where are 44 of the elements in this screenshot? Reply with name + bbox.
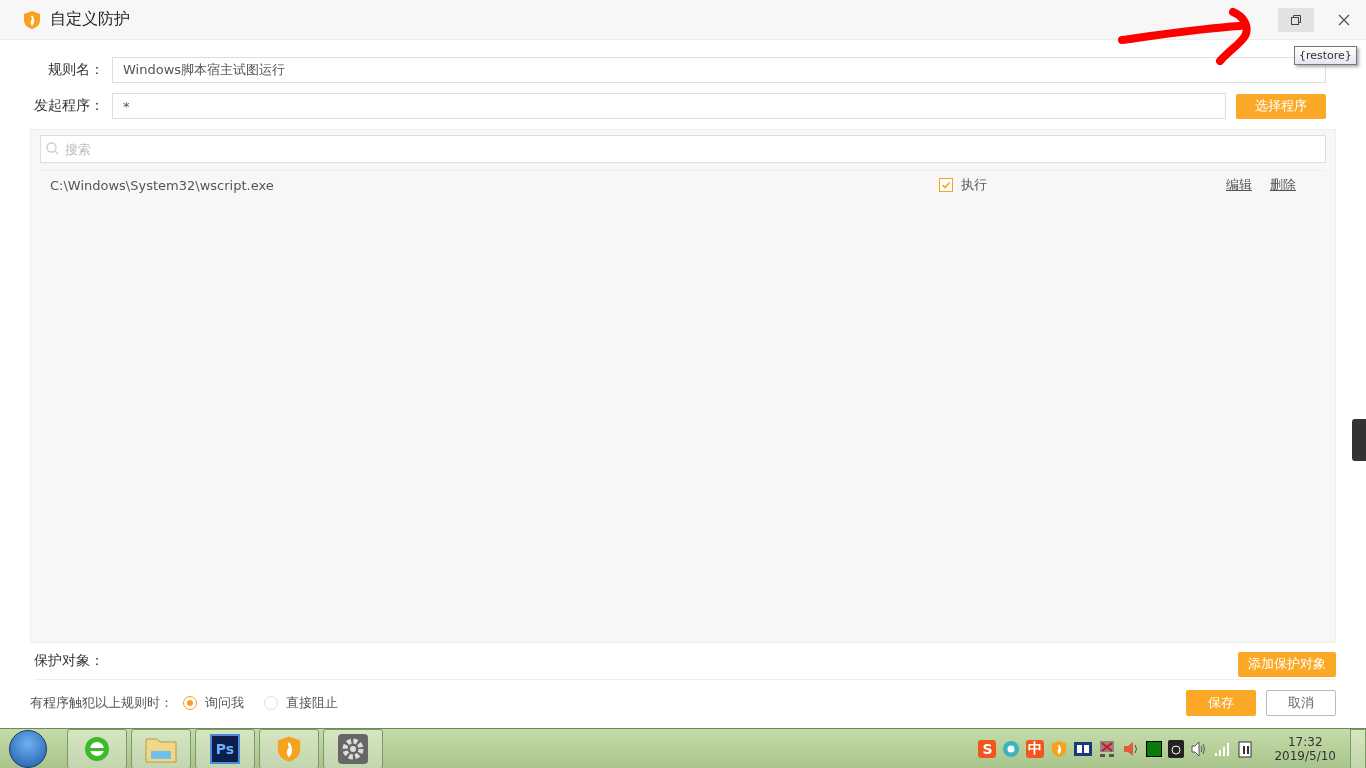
gear-icon	[338, 733, 368, 764]
shield-icon	[1050, 739, 1069, 758]
taskbar-app[interactable]	[259, 728, 319, 768]
initiator-field[interactable]: *	[112, 93, 1226, 119]
checkbox-label: 执行	[961, 176, 988, 194]
side-widget	[1352, 419, 1366, 461]
restore-button[interactable]	[1278, 7, 1314, 32]
photoshop-icon: Ps	[210, 733, 240, 764]
program-path: C:\Windows\System32\wscript.exe	[50, 177, 275, 193]
close-icon	[1338, 13, 1350, 26]
taskbar-app[interactable]: Ps	[195, 728, 255, 768]
clock-time: 17:32	[1287, 734, 1323, 749]
tooltip: {restore}	[1294, 46, 1357, 65]
taskbar-app[interactable]	[323, 728, 383, 768]
eye-icon[interactable]	[1002, 739, 1021, 758]
search-field[interactable]: 搜索	[40, 135, 1326, 163]
network-error-icon[interactable]	[1098, 739, 1117, 758]
taskbar-app[interactable]	[67, 728, 127, 768]
violation-label: 有程序触犯以上规则时：	[30, 694, 173, 712]
option-label: 询问我	[205, 694, 244, 712]
app-logo-icon	[22, 9, 42, 30]
square-icon[interactable]	[1146, 740, 1163, 757]
taskbar-app[interactable]	[131, 728, 191, 768]
field-label: 发起程序：	[33, 97, 104, 115]
option-label: 直接阻止	[286, 694, 338, 712]
shield-icon	[275, 734, 303, 763]
show-desktop-button[interactable]	[1350, 728, 1366, 768]
restore-icon	[1290, 13, 1302, 26]
window-title: 自定义防护	[50, 9, 131, 30]
radio-option[interactable]: 询问我	[183, 694, 244, 712]
radio-button[interactable]	[183, 696, 197, 710]
check-icon	[941, 180, 951, 190]
field-label: 规则名：	[47, 61, 104, 79]
execute-checkbox[interactable]	[939, 178, 953, 192]
protect-target-label: 保护对象：	[34, 652, 104, 670]
start-button[interactable]	[9, 729, 47, 768]
camera-icon[interactable]	[1168, 739, 1185, 758]
delete-link[interactable]: 删除	[1270, 176, 1296, 194]
cancel-button[interactable]: 取消	[1266, 690, 1336, 716]
radio-button[interactable]	[264, 696, 278, 710]
dolby-icon[interactable]	[1074, 741, 1093, 756]
clock-date: 2019/5/10	[1274, 748, 1336, 763]
radio-option[interactable]: 直接阻止	[264, 694, 338, 712]
edit-link[interactable]: 编辑	[1226, 176, 1252, 194]
